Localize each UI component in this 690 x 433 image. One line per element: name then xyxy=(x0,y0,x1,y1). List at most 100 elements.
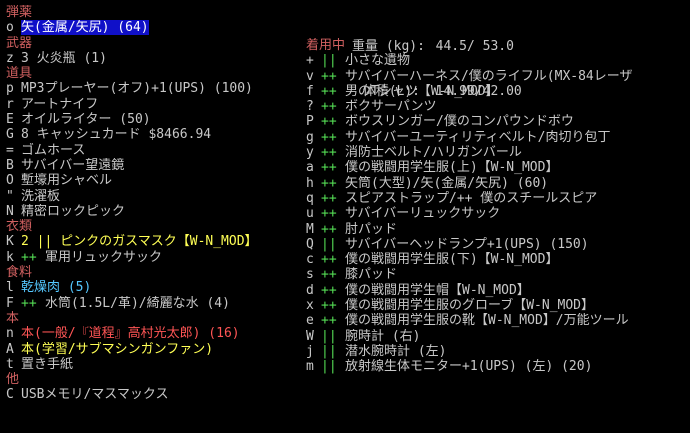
worn-item[interactable]: j || 潜水腕時計 (左) xyxy=(306,344,690,359)
inventory-item[interactable]: B サバイバー望遠鏡 xyxy=(6,158,296,173)
item-status-mark: ++ xyxy=(321,313,337,329)
item-hotkey: d xyxy=(306,282,314,298)
item-hotkey: j xyxy=(306,343,314,359)
item-hotkey: W xyxy=(306,328,314,344)
inventory-item[interactable]: z 3 火炎瓶 (1) xyxy=(6,51,296,66)
inventory-item[interactable]: " 洗濯板 xyxy=(6,189,296,204)
inventory-item[interactable]: o 矢(金属/矢尻) (64) xyxy=(6,20,296,36)
item-label: 本(学習/サブマシンガンファン) xyxy=(21,341,214,357)
item-label: ボクサーパンツ xyxy=(345,99,437,115)
inventory-item[interactable]: r アートナイフ xyxy=(6,97,296,112)
item-hotkey: e xyxy=(306,313,314,329)
item-label: 僕の戦闘用学生服(上)【W-N_MOD】 xyxy=(345,160,559,176)
item-status-mark: ++ xyxy=(321,114,337,130)
item-hotkey: y xyxy=(306,145,314,161)
item-hotkey: = xyxy=(6,142,14,158)
item-status-mark: || xyxy=(321,53,337,69)
worn-item[interactable]: m || 放射線生体モニター+1(UPS) (左) (20) xyxy=(306,359,690,374)
item-hotkey: s xyxy=(306,267,314,283)
inventory-item[interactable]: = ゴムホース xyxy=(6,143,296,158)
item-label: 水筒(1.5L/革)/綺麗な水 (4) xyxy=(45,295,230,311)
item-status-mark: ++ xyxy=(321,175,337,191)
worn-item[interactable]: y ++ 消防士ベルト/ハリガンバール xyxy=(306,145,690,160)
inventory-item[interactable]: C USBメモリ/マスマックス xyxy=(6,387,296,402)
inventory-item[interactable]: A 本(学習/サブマシンガンファン) xyxy=(6,342,296,357)
inventory-item[interactable]: p MP3プレーヤー(オフ)+1(UPS) (100) xyxy=(6,81,296,96)
item-status-mark: ++ xyxy=(321,99,337,115)
item-hotkey: F xyxy=(6,295,14,311)
item-label: 塹壕用シャベル xyxy=(21,173,113,189)
item-label: 矢(金属/矢尻) (64) xyxy=(21,20,149,36)
item-label: ゴムホース xyxy=(21,142,86,158)
item-label: 男のTシャツ【W-N_MOD】 xyxy=(345,83,499,99)
worn-item[interactable]: x ++ 僕の戦闘用学生服のグローブ【W-N_MOD】 xyxy=(306,298,690,313)
item-hotkey: A xyxy=(6,341,14,357)
item-status-mark: || xyxy=(321,343,337,359)
item-label: 本(一般/『道程』高村光太郎) (16) xyxy=(21,326,240,342)
item-status-mark: ++ xyxy=(21,295,37,311)
inventory-item[interactable]: t 置き手紙 xyxy=(6,357,296,372)
item-hotkey: Q xyxy=(306,236,314,252)
item-hotkey: k xyxy=(6,249,14,265)
item-hotkey: q xyxy=(306,190,314,206)
inventory-item[interactable]: N 精密ロックピック xyxy=(6,204,296,219)
item-label: 置き手紙 xyxy=(21,356,74,372)
item-label: 膝パッド xyxy=(345,267,398,283)
item-label: 僕の戦闘用学生服のグローブ【W-N_MOD】 xyxy=(345,298,595,314)
item-hotkey: ? xyxy=(306,99,314,115)
worn-item[interactable]: e ++ 僕の戦闘用学生服の靴【W-N_MOD】/万能ツール xyxy=(306,313,690,328)
worn-item[interactable]: ? ++ ボクサーパンツ xyxy=(306,99,690,114)
item-label: サバイバーユーティリティベルト/肉切り包丁 xyxy=(345,129,611,145)
item-label: 軍用リュックサック xyxy=(45,249,163,265)
item-label: 精密ロックピック xyxy=(21,203,126,219)
worn-item[interactable]: q ++ スピアストラップ/++ 僕のスチールスピア xyxy=(306,191,690,206)
item-status-mark: ++ xyxy=(321,267,337,283)
worn-item[interactable]: g ++ サバイバーユーティリティベルト/肉切り包丁 xyxy=(306,130,690,145)
item-hotkey: t xyxy=(6,356,14,372)
inventory-item[interactable]: K 2 || ピンクのガスマスク【W-N_MOD】 xyxy=(6,234,296,249)
inventory-list: 弾薬 o 矢(金属/矢尻) (64) 武器 z 3 火炎瓶 (1) 道具 p MP3プレーヤー(… xyxy=(6,5,296,403)
worn-items-list: 着用中 + || 小さな遺物 v ++ サバイバーハーネス/僕のライフル(MX-84レーザ f… xyxy=(306,38,690,375)
item-status-mark: || xyxy=(321,236,337,252)
worn-item[interactable]: a ++ 僕の戦闘用学生服(上)【W-N_MOD】 xyxy=(306,160,690,175)
item-hotkey: f xyxy=(306,83,314,99)
worn-item[interactable]: Q || サバイバーヘッドランプ+1(UPS) (150) xyxy=(306,237,690,252)
item-label: 小さな遺物 xyxy=(345,53,411,69)
worn-item[interactable]: M ++ 肘パッド xyxy=(306,222,690,237)
worn-item[interactable]: + || 小さな遺物 xyxy=(306,53,690,68)
item-label: オイルライター (50) xyxy=(21,112,151,128)
item-status-mark: ++ xyxy=(321,206,337,222)
item-label: 2 || ピンクのガスマスク【W-N_MOD】 xyxy=(21,234,258,250)
worn-item[interactable]: u ++ サバイバーリュックサック xyxy=(306,206,690,221)
item-hotkey: N xyxy=(6,203,14,219)
item-hotkey: z xyxy=(6,50,14,66)
inventory-item[interactable]: k ++ 軍用リュックサック xyxy=(6,250,296,265)
item-label: 8 キャッシュカード $8466.94 xyxy=(21,127,212,143)
inventory-item[interactable]: l 乾燥肉 (5) xyxy=(6,280,296,295)
item-hotkey: x xyxy=(306,298,314,314)
worn-item[interactable]: h ++ 矢筒(大型)/矢(金属/矢尻) (60) xyxy=(306,176,690,191)
item-label: 消防士ベルト/ハリガンバール xyxy=(345,145,522,161)
worn-item[interactable]: d ++ 僕の戦闘用学生帽【W-N_MOD】 xyxy=(306,283,690,298)
item-hotkey: E xyxy=(6,112,14,128)
worn-item[interactable]: P ++ ボウスリンガー/僕のコンパウンドボウ xyxy=(306,114,690,129)
inventory-item[interactable]: G 8 キャッシュカード $8466.94 xyxy=(6,127,296,142)
inventory-item[interactable]: E オイルライター (50) xyxy=(6,112,296,127)
item-hotkey: G xyxy=(6,127,14,143)
worn-item[interactable]: f ++ 男のTシャツ【W-N_MOD】 xyxy=(306,84,690,99)
item-label: 乾燥肉 (5) xyxy=(21,280,92,296)
worn-item[interactable]: c ++ 僕の戦闘用学生服(下)【W-N_MOD】 xyxy=(306,252,690,267)
worn-item[interactable]: W || 腕時計 (右) xyxy=(306,329,690,344)
worn-item[interactable]: s ++ 膝パッド xyxy=(306,267,690,282)
item-hotkey: " xyxy=(6,188,14,204)
item-status-mark: ++ xyxy=(321,68,337,84)
inventory-item[interactable]: n 本(一般/『道程』高村光太郎) (16) xyxy=(6,326,296,341)
item-hotkey: c xyxy=(306,252,314,268)
inventory-item[interactable]: O 塹壕用シャベル xyxy=(6,173,296,188)
item-hotkey: P xyxy=(306,114,314,130)
inventory-item[interactable]: F ++ 水筒(1.5L/革)/綺麗な水 (4) xyxy=(6,296,296,311)
worn-item[interactable]: v ++ サバイバーハーネス/僕のライフル(MX-84レーザ xyxy=(306,69,690,84)
item-status-mark: ++ xyxy=(321,145,337,161)
item-hotkey: + xyxy=(306,53,314,69)
category-header: 着用中 xyxy=(306,38,346,53)
